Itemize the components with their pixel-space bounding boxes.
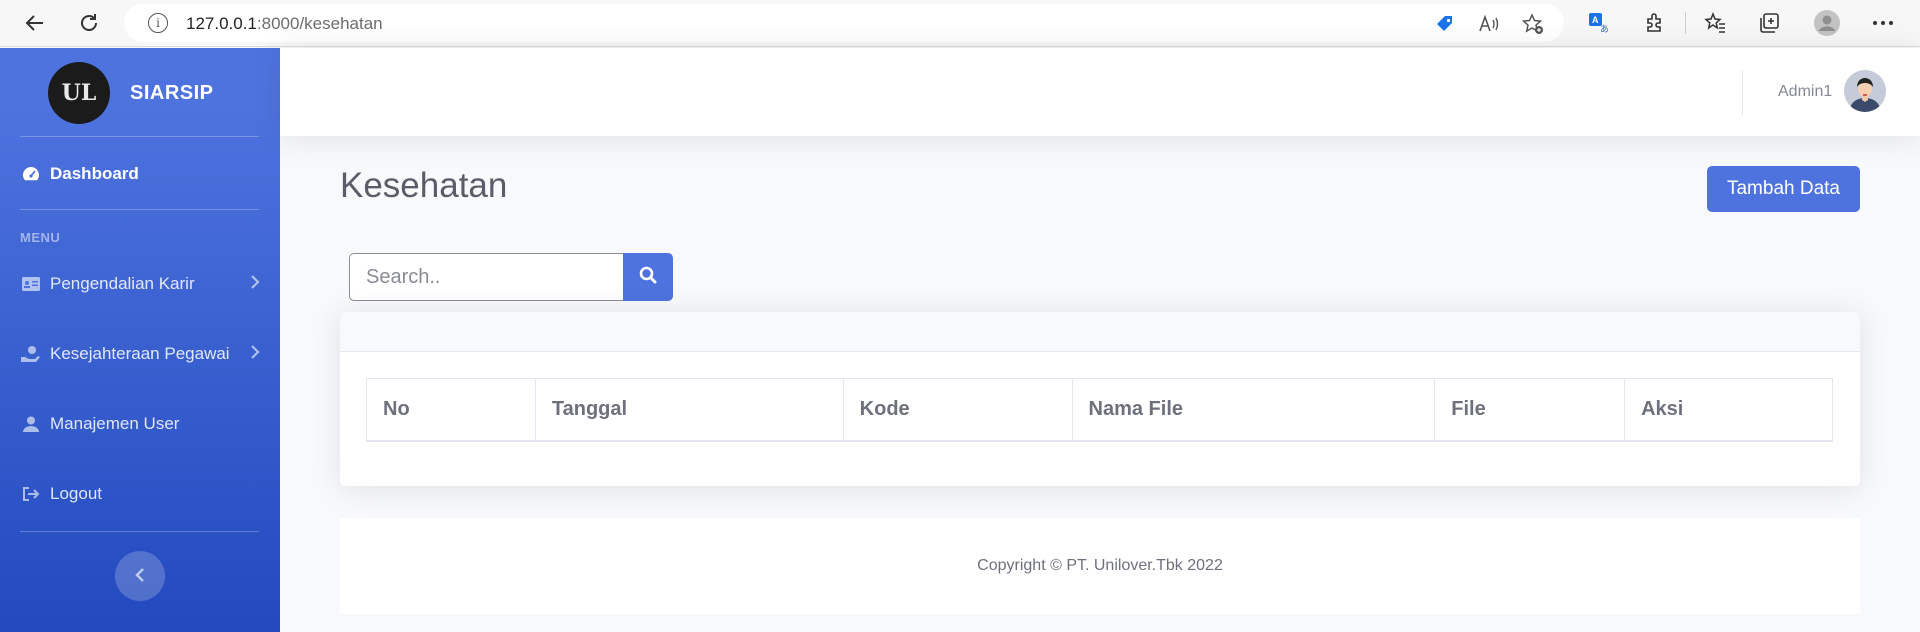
brand-link[interactable]: UL SIARSIP <box>48 62 214 124</box>
data-table-card: No Tanggal Kode Nama File File Aksi <box>340 312 1860 486</box>
svg-text:あ: あ <box>1600 24 1609 34</box>
sidebar-item-label: Kesejahteraan Pegawai <box>50 344 230 363</box>
read-aloud-icon[interactable] <box>1478 14 1500 34</box>
sidebar-item-label: Logout <box>50 484 102 503</box>
svg-text:A: A <box>1592 15 1599 25</box>
sidebar-item-label: Dashboard <box>50 164 139 183</box>
url-host: 127.0.0.1 <box>186 14 257 33</box>
topbar-divider <box>1742 70 1743 116</box>
extensions-icon[interactable] <box>1642 10 1668 36</box>
column-header-no[interactable]: No <box>366 378 536 442</box>
sidebar-item-label: Pengendalian Karir <box>50 274 195 293</box>
collections-icon[interactable] <box>1756 10 1782 36</box>
translate-icon[interactable]: Aあ <box>1586 10 1612 36</box>
page-title: Kesehatan <box>340 166 508 205</box>
browser-toolbar: i 127.0.0.1:8000/kesehatan Aあ <box>0 0 1920 47</box>
toolbar-divider <box>1685 12 1686 34</box>
sidebar-divider <box>20 531 259 532</box>
brand-logo-text: UL <box>61 80 97 106</box>
address-bar[interactable]: i 127.0.0.1:8000/kesehatan <box>124 4 1564 42</box>
chevron-right-icon <box>250 345 260 363</box>
column-header-aksi[interactable]: Aksi <box>1624 378 1833 442</box>
menu-heading: MENU <box>20 230 61 245</box>
avatar[interactable] <box>1844 70 1886 112</box>
search-input[interactable] <box>349 253 624 301</box>
shopping-tag-icon[interactable] <box>1434 14 1456 34</box>
sidebar: UL SIARSIP Dashboard MENU Pengendalian K… <box>0 48 280 632</box>
add-favorite-icon[interactable] <box>1522 13 1544 34</box>
favorites-icon[interactable] <box>1702 10 1728 36</box>
refresh-icon[interactable] <box>74 8 104 38</box>
user-icon <box>20 415 42 433</box>
sidebar-item-kesejahteraan-pegawai[interactable]: Kesejahteraan Pegawai <box>20 344 260 364</box>
sidebar-item-label: Manajemen User <box>50 414 180 433</box>
card-header <box>340 312 1860 352</box>
id-card-icon <box>20 275 42 293</box>
sign-out-icon <box>20 485 42 503</box>
search-button[interactable] <box>623 253 673 301</box>
column-header-tanggal[interactable]: Tanggal <box>534 378 844 442</box>
table-header-row: No Tanggal Kode Nama File File Aksi <box>366 378 1833 442</box>
sidebar-item-logout[interactable]: Logout <box>20 484 260 504</box>
column-header-nama-file[interactable]: Nama File <box>1071 378 1436 442</box>
info-icon[interactable]: i <box>148 13 168 33</box>
sidebar-toggle-button[interactable] <box>115 551 165 601</box>
sidebar-divider <box>20 136 259 137</box>
tachometer-icon <box>20 165 42 183</box>
column-header-file[interactable]: File <box>1434 378 1626 442</box>
user-name[interactable]: Admin1 <box>1778 83 1832 101</box>
more-options-icon[interactable] <box>1870 10 1896 36</box>
footer: Copyright © PT. Unilover.Tbk 2022 <box>340 518 1860 614</box>
add-data-button[interactable]: Tambah Data <box>1707 166 1860 212</box>
sidebar-item-pengendalian-karir[interactable]: Pengendalian Karir <box>20 274 260 294</box>
hand-holding-icon <box>20 345 42 363</box>
sidebar-item-dashboard[interactable]: Dashboard <box>20 164 260 184</box>
url-path: :8000/kesehatan <box>256 14 383 33</box>
brand-name: SIARSIP <box>130 81 214 104</box>
copyright-text: Copyright © PT. Unilover.Tbk 2022 <box>977 557 1223 574</box>
column-header-kode[interactable]: Kode <box>842 378 1073 442</box>
sidebar-item-manajemen-user[interactable]: Manajemen User <box>20 414 260 434</box>
topbar: Admin1 <box>280 48 1920 136</box>
chevron-right-icon <box>250 275 260 293</box>
profile-icon[interactable] <box>1814 10 1840 36</box>
data-table: No Tanggal Kode Nama File File Aksi <box>366 378 1833 442</box>
chevron-left-icon <box>135 565 145 588</box>
url-text[interactable]: 127.0.0.1:8000/kesehatan <box>186 14 383 34</box>
sidebar-divider <box>20 209 259 210</box>
brand-logo: UL <box>48 62 110 124</box>
search-icon <box>639 266 657 289</box>
back-icon[interactable] <box>20 8 50 38</box>
